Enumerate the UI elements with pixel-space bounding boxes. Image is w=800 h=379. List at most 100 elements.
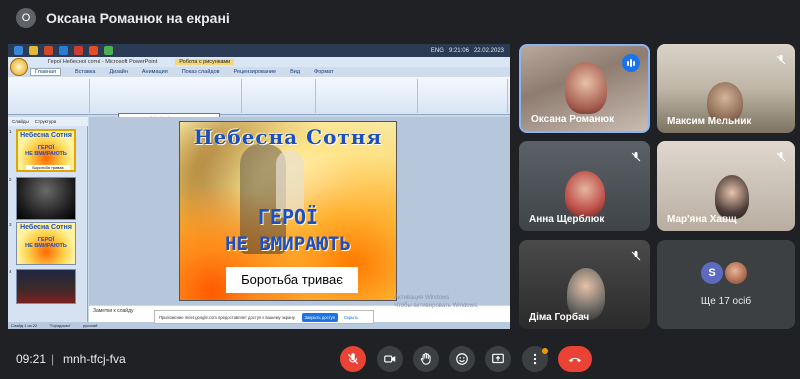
participant-name: Оксана Романюк xyxy=(531,114,615,125)
slide-thumb-4[interactable] xyxy=(16,269,76,304)
window-title: Герої Небесної сотні - Microsoft PowerPo… xyxy=(48,59,158,65)
presenting-title: Оксана Романюк на екрані xyxy=(46,10,230,26)
infobar-text: Приложение meet.google.com предоставляет… xyxy=(159,314,296,320)
leave-call-button[interactable] xyxy=(558,346,592,372)
top-bar: О Оксана Романюк на екрані xyxy=(0,0,800,36)
slide-thumb-3[interactable]: Небесна Сотня ГЕРОЇ НЕ ВМИРАЮТЬ xyxy=(16,222,76,265)
mic-off-icon xyxy=(628,248,644,264)
slide-never: НЕ ВМИРАЮТЬ xyxy=(225,233,351,255)
mic-toggle-button[interactable] xyxy=(340,346,366,372)
emoji-reaction-button[interactable] xyxy=(449,346,475,372)
present-screen-button[interactable] xyxy=(485,346,511,372)
others-tile[interactable] xyxy=(657,240,795,329)
participant-name: Анна Щерблюк xyxy=(529,214,605,225)
participant-name: Мар'яна Хавщ xyxy=(667,214,737,225)
emoji-icon xyxy=(456,353,468,365)
participant-tile-5[interactable]: Діма Горбач xyxy=(519,240,650,329)
raise-hand-button[interactable] xyxy=(413,346,439,372)
status-lang: русский xyxy=(82,323,98,328)
activation-watermark: Активация Windows Чтобы активировать Win… xyxy=(394,294,479,310)
more-vert-icon xyxy=(533,353,537,365)
slide-number-2: 2 xyxy=(9,177,12,182)
ribbon-tab-7[interactable]: Формат xyxy=(314,69,334,75)
slide-thumb-1[interactable]: Небесна Сотня ГЕРОЇ НЕ ВМИРАЮТЬ Боротьба … xyxy=(16,129,76,172)
hide-infobar-button[interactable]: Скрыть xyxy=(344,315,358,320)
participant-name: Максим Мельник xyxy=(667,116,752,127)
participant-video xyxy=(565,171,605,217)
tray-date: 22.02.2023 xyxy=(473,47,504,54)
screen-share-infobar: Приложение meet.google.com предоставляет… xyxy=(154,310,374,324)
notification-dot xyxy=(542,348,548,354)
ribbon-tab-5[interactable]: Рецензирование xyxy=(234,69,276,75)
ribbon-tab-6[interactable]: Вид xyxy=(290,69,300,75)
ribbon-tab-0[interactable]: Главная xyxy=(30,68,61,76)
watermark-line-2: Чтобы активировать Windows, xyxy=(394,303,479,309)
thumb-title-3: Небесна Сотня xyxy=(20,224,72,231)
meeting-time: 09:21 xyxy=(16,352,47,366)
participant-tile-4[interactable]: Мар'яна Хавщ xyxy=(657,141,795,231)
slide-workspace: Небесна Сотня ГЕРОЇ НЕ ВМИРАЮТЬ Боротьба… xyxy=(89,117,510,305)
slide-continues: Боротьба триває xyxy=(226,267,358,293)
thumb-continues: Боротьба триває xyxy=(26,165,70,170)
windows-taskbar: ENG 9:21:06 22.02.2023 xyxy=(8,44,510,57)
control-bar: 09:21 | mnh-tfcj-fva xyxy=(0,339,800,379)
thumb-title: Небесна Сотня xyxy=(20,132,72,139)
current-slide[interactable]: Небесна Сотня ГЕРОЇ НЕ ВМИРАЮТЬ Боротьба… xyxy=(179,121,397,301)
ribbon-tab-1[interactable]: Вставка xyxy=(75,69,95,75)
chrome-icon xyxy=(104,46,113,55)
pane-tabs: Слайды Структура xyxy=(8,117,88,126)
window-title-bar: Герої Небесної сотні - Microsoft PowerPo… xyxy=(8,57,510,67)
slide-number-1: 1 xyxy=(9,129,12,134)
pane-tab-slides[interactable]: Слайды xyxy=(12,119,29,124)
ribbon-tab-3[interactable]: Анимация xyxy=(142,69,168,75)
slides-pane: Слайды Структура 1 Небесна Сотня ГЕРОЇ НЕ… xyxy=(8,117,88,322)
others-count: Ще 17 осіб xyxy=(700,296,752,307)
thumb-heroes-3: ГЕРОЇ НЕ ВМИРАЮТЬ xyxy=(25,237,67,249)
mic-off-icon xyxy=(347,353,359,365)
start-icon xyxy=(14,46,23,55)
ribbon-tabs: Главная Вставка Дизайн Анимация Показ сл… xyxy=(8,67,510,77)
others-avatar-photo xyxy=(725,262,747,284)
tray-time: 9:21:06 xyxy=(448,47,469,54)
word-icon xyxy=(59,46,68,55)
watermark-line-1: Активация Windows xyxy=(394,295,450,301)
mic-off-icon xyxy=(773,149,789,165)
slide-heroes: ГЕРОЇ xyxy=(257,205,319,229)
tray-lang: ENG xyxy=(430,47,444,54)
ribbon-group-editing[interactable] xyxy=(420,79,508,113)
speaking-indicator-icon xyxy=(622,54,640,72)
ribbon-group-drawing[interactable] xyxy=(318,79,418,113)
system-tray: ENG 9:21:06 22.02.2023 xyxy=(431,48,510,54)
participant-tile-3[interactable]: Анна Щерблюк xyxy=(519,141,650,231)
ribbon-group-font[interactable] xyxy=(92,79,242,113)
powerpoint-icon xyxy=(44,46,53,55)
ribbon-toolbar xyxy=(8,77,510,115)
mic-off-icon xyxy=(773,52,789,68)
app-icon-2 xyxy=(89,46,98,55)
ribbon-tab-2[interactable]: Дизайн xyxy=(109,69,128,75)
folder-icon xyxy=(29,46,38,55)
status-slide: Слайд 1 из 22 xyxy=(11,323,38,328)
ribbon-tab-4[interactable]: Показ слайдов xyxy=(182,69,220,75)
participant-video xyxy=(715,175,749,219)
others-avatar: S xyxy=(701,262,723,284)
app-icon xyxy=(74,46,83,55)
participant-tile-1[interactable]: Оксана Романюк xyxy=(519,44,650,133)
camera-toggle-button[interactable] xyxy=(377,346,403,372)
meeting-code: mnh-tfcj-fva xyxy=(63,352,126,366)
presenter-avatar: О xyxy=(16,8,36,28)
stop-sharing-button[interactable]: Закрыть доступ xyxy=(301,312,339,322)
participant-tile-2[interactable]: Максим Мельник xyxy=(657,44,795,133)
slide-number-3: 3 xyxy=(9,222,12,227)
raise-hand-icon xyxy=(420,352,431,365)
ribbon-group-paragraph[interactable] xyxy=(244,79,316,113)
ribbon-group-clipboard[interactable] xyxy=(30,79,90,113)
mic-off-icon xyxy=(628,149,644,165)
context-tab: Робота с рисунками xyxy=(175,59,235,65)
shared-screen[interactable]: ENG 9:21:06 22.02.2023 Герої Небесної со… xyxy=(8,44,510,329)
slide-thumb-2[interactable] xyxy=(16,177,76,220)
office-button[interactable] xyxy=(10,58,28,76)
participant-name: Діма Горбач xyxy=(529,312,590,323)
pane-tab-outline[interactable]: Структура xyxy=(35,119,56,124)
participant-video xyxy=(565,62,607,114)
